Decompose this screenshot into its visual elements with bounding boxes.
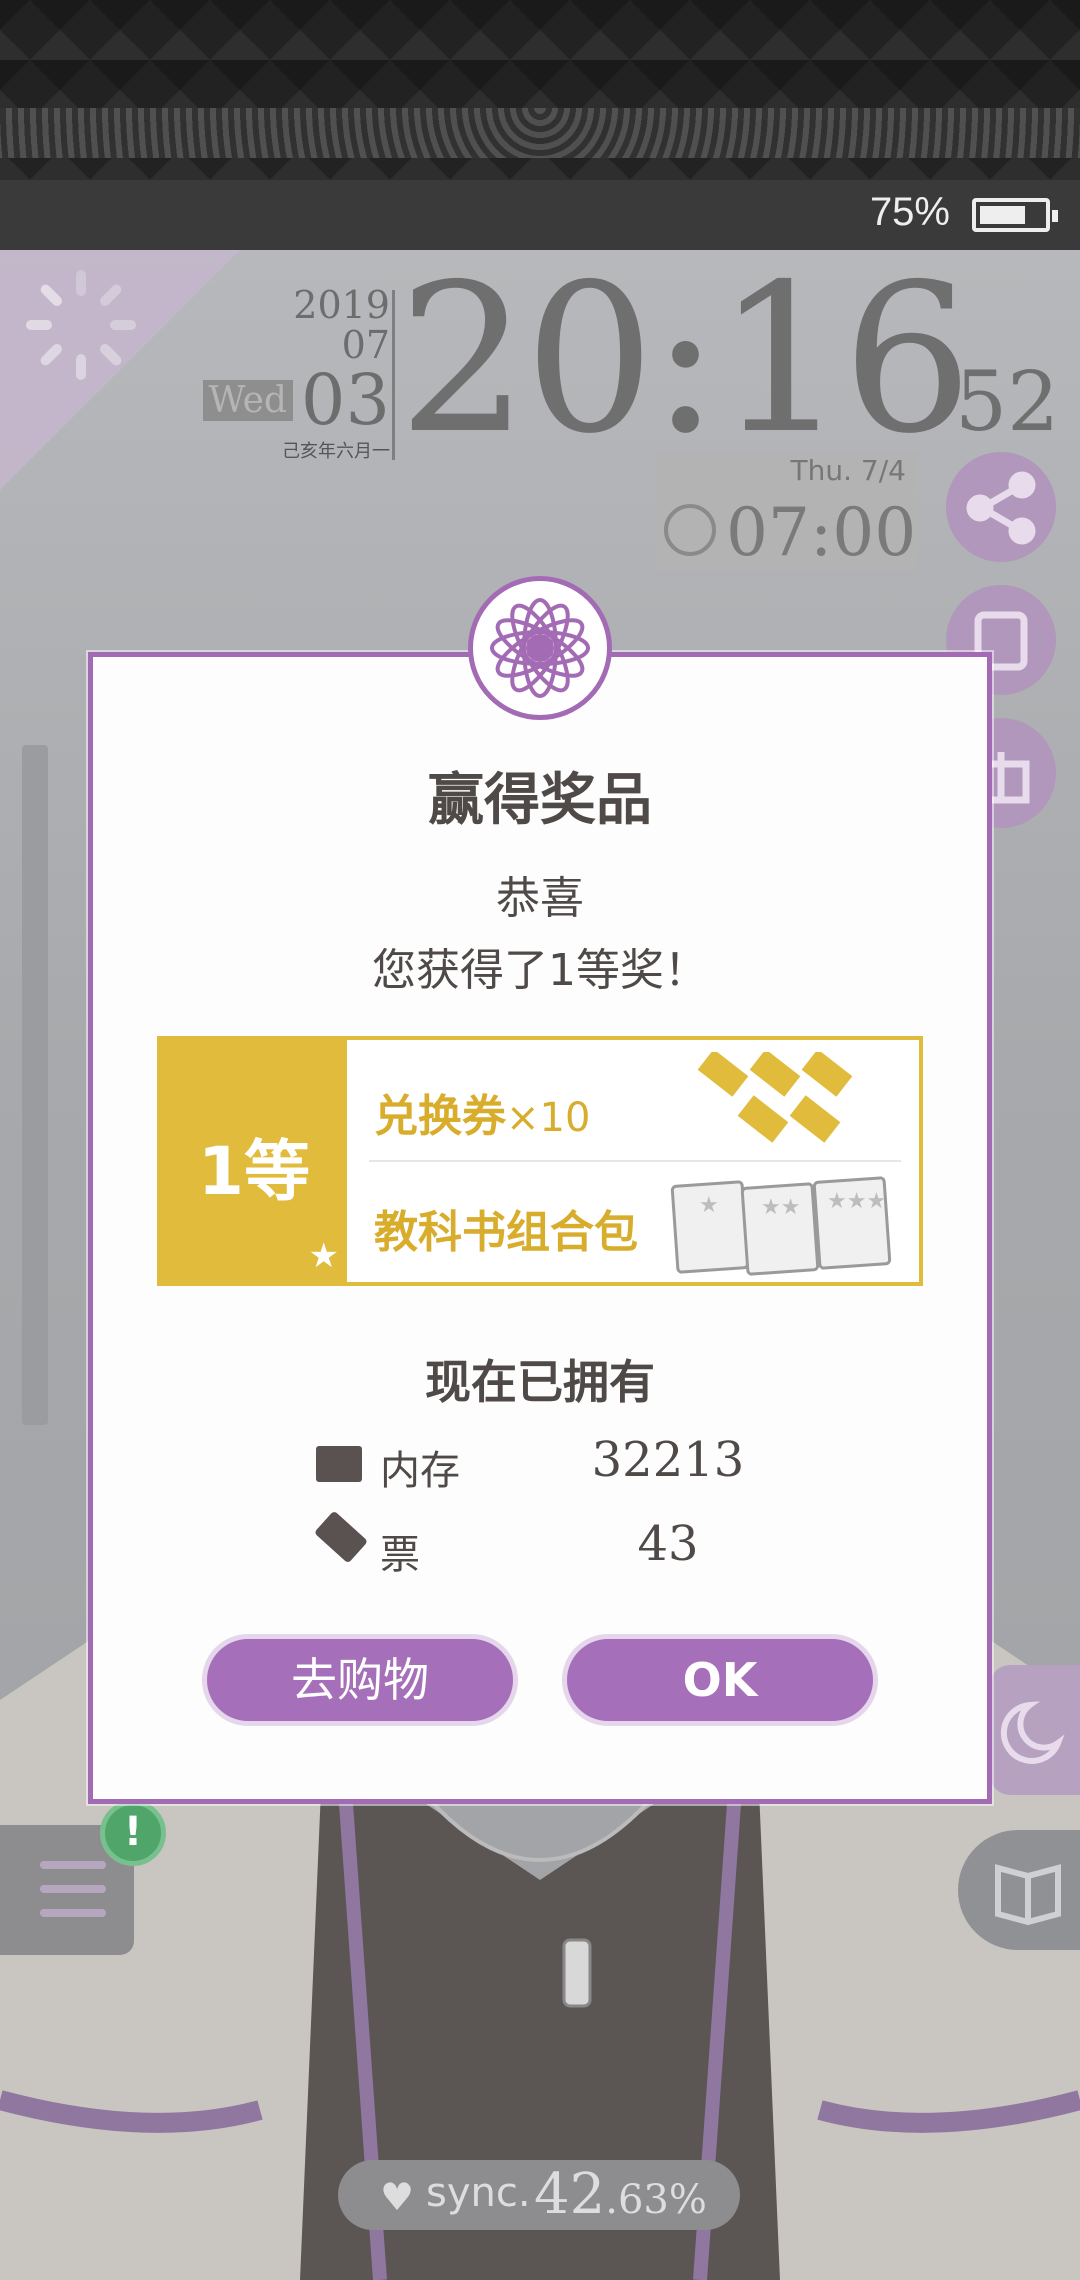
prize-item-voucher-label: 兑换券 — [374, 1091, 506, 1142]
alarm-date: Thu. 7/4 — [790, 454, 906, 487]
spinner-spoke — [76, 270, 86, 296]
prize-item-textbooks: 教科书组合包 — [374, 1207, 638, 1258]
share-button[interactable] — [946, 452, 1056, 562]
sync-value: 42.63% — [534, 2162, 707, 2227]
svg-text:★: ★ — [699, 1193, 719, 1218]
alarm-widget[interactable]: Thu. 7/4 07:00 — [656, 452, 918, 571]
spinner-spoke — [38, 341, 65, 368]
menu-line — [40, 1885, 106, 1893]
owned-title: 现在已拥有 — [425, 1355, 655, 1409]
sync-decimal: .63% — [605, 2177, 707, 2223]
sync-label: sync. — [426, 2170, 531, 2216]
menu-line — [40, 1861, 106, 1869]
tickets-icon — [697, 1052, 853, 1143]
battery-fill — [980, 206, 1026, 224]
star-icon: ★ — [308, 1236, 339, 1276]
memory-label: 内存 — [380, 1448, 460, 1494]
ok-button[interactable]: OK — [562, 1634, 878, 1726]
flower-emblem-icon — [468, 576, 612, 720]
sync-integer: 42 — [534, 2162, 606, 2227]
memory-value: 32213 — [591, 1432, 745, 1488]
prize-item-voucher-qty: ×10 — [506, 1095, 591, 1141]
dialog-title: 赢得奖品 — [428, 768, 652, 833]
prize-rank: 1等 — [198, 1133, 310, 1210]
date-weekday: Wed — [202, 379, 293, 421]
go-shopping-button[interactable]: 去购物 — [202, 1634, 518, 1726]
moon-icon — [1000, 1701, 1065, 1764]
share-icon — [966, 471, 1036, 545]
scroll-track[interactable] — [22, 745, 48, 1425]
svg-text:★★: ★★ — [761, 1195, 800, 1220]
book-button[interactable] — [958, 1830, 1080, 1950]
congrats-text: 恭喜 — [496, 873, 584, 924]
alarm-time: 07:00 — [726, 494, 917, 571]
prize-message: 您获得了1等奖！ — [372, 945, 708, 996]
battery-icon — [972, 198, 1058, 232]
lunar-date: 己亥年六月一 — [282, 441, 390, 462]
date-divider — [392, 290, 395, 460]
ticket-label: 票 — [380, 1532, 420, 1578]
date-block: 2019 07 Wed 03 己亥年六月一 — [180, 285, 390, 463]
alarm-bell-icon — [664, 504, 716, 556]
spinner-spoke — [38, 282, 65, 309]
date-year: 2019 — [293, 283, 390, 327]
book-icon — [995, 1864, 1061, 1926]
heart-icon: ♥ — [380, 2175, 415, 2219]
spinner-spoke — [26, 320, 52, 330]
ticket-value: 43 — [637, 1516, 699, 1572]
night-mode-button[interactable] — [990, 1665, 1080, 1795]
memory-card-icon — [316, 1446, 362, 1482]
battery-percent: 75% — [869, 190, 950, 234]
prize-item-voucher: 兑换券×10 — [374, 1080, 590, 1144]
spinner-spoke — [97, 282, 124, 309]
spinner-spoke — [76, 354, 86, 380]
lace-border — [0, 108, 1080, 158]
clock-time: 20:16 — [398, 241, 973, 479]
loading-spinner-icon — [26, 270, 136, 380]
date-day: 03 — [300, 359, 390, 441]
prize-divider — [369, 1160, 901, 1162]
prize-rank-box: 1等 ★ — [161, 1040, 347, 1282]
spinner-spoke — [110, 320, 136, 330]
sync-meter: ♥ sync. 42.63% — [338, 2160, 740, 2230]
textbooks-icon: ★ ★★ ★★★ — [670, 1176, 892, 1276]
clock-seconds: 52 — [955, 355, 1060, 450]
prize-card: 1等 ★ 兑换券×10 教科书组合包 ★ ★★ ★★★ — [157, 1036, 923, 1286]
spinner-spoke — [97, 341, 124, 368]
menu-line — [40, 1909, 106, 1917]
svg-text:★★★: ★★★ — [827, 1189, 886, 1214]
notification-badge-icon: ! — [100, 1800, 166, 1866]
